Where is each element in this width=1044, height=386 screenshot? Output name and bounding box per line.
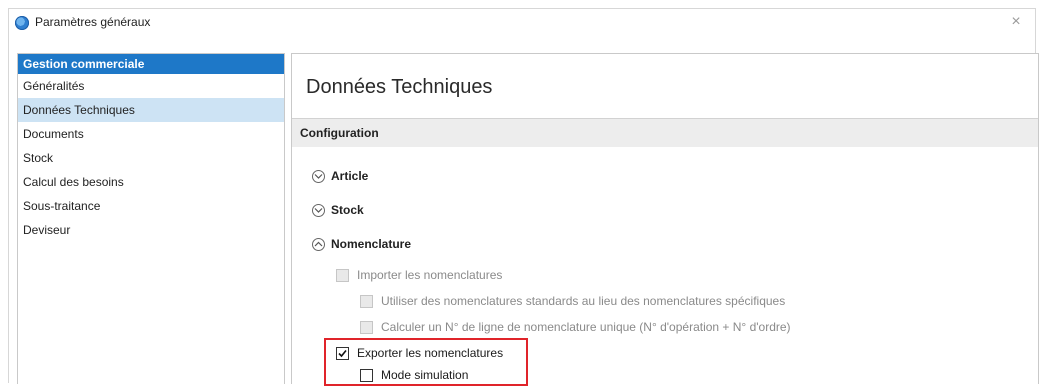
option-importer-nomenclatures[interactable]: Importer les nomenclatures — [336, 266, 502, 284]
checkbox-importer-nomenclatures[interactable] — [336, 268, 349, 282]
sidebar-item-deviseur[interactable]: Deviseur — [18, 218, 284, 242]
sidebar-item-calcul-des-besoins[interactable]: Calcul des besoins — [18, 170, 284, 194]
option-numero-ligne-unique[interactable]: Calculer un N° de ligne de nomenclature … — [360, 318, 791, 336]
sidebar-header[interactable]: Gestion commerciale — [18, 54, 284, 74]
section-header: Configuration — [292, 118, 1038, 147]
option-label: Mode simulation — [381, 368, 469, 382]
group-nomenclature-toggle[interactable]: Nomenclature — [312, 234, 411, 254]
checkbox-exporter-nomenclatures[interactable] — [336, 346, 349, 360]
page-title: Données Techniques — [306, 76, 493, 98]
section-label: Configuration — [300, 126, 379, 140]
checkmark-icon — [338, 349, 347, 357]
option-exporter-nomenclatures[interactable]: Exporter les nomenclatures — [336, 344, 503, 362]
app-globe-icon — [15, 16, 29, 30]
group-stock-toggle[interactable]: Stock — [312, 200, 364, 220]
group-article-toggle[interactable]: Article — [312, 166, 368, 186]
option-mode-simulation[interactable]: Mode simulation — [360, 366, 468, 384]
sidebar-item-sous-traitance[interactable]: Sous-traitance — [18, 194, 284, 218]
option-label: Importer les nomenclatures — [357, 268, 503, 282]
sidebar-item-generalites[interactable]: Généralités — [18, 74, 284, 98]
sidebar: Gestion commerciale Généralités Données … — [17, 53, 285, 384]
sidebar-item-stock[interactable]: Stock — [18, 146, 284, 170]
option-label: Exporter les nomenclatures — [357, 346, 504, 360]
settings-window: Paramètres généraux × Gestion commercial… — [8, 8, 1039, 386]
option-nomenclatures-standards[interactable]: Utiliser des nomenclatures standards au … — [360, 292, 785, 310]
settings-panel: Données Techniques Configuration Article… — [291, 53, 1039, 386]
checkbox-mode-simulation[interactable] — [360, 368, 373, 382]
group-label-stock: Stock — [331, 203, 364, 217]
option-label: Utiliser des nomenclatures standards au … — [381, 294, 786, 308]
checkbox-nomenclatures-standards[interactable] — [360, 294, 373, 308]
group-label-article: Article — [331, 169, 369, 183]
group-label-nomenclature: Nomenclature — [331, 237, 412, 251]
sidebar-item-donnees-techniques[interactable]: Données Techniques — [18, 98, 284, 122]
checkbox-numero-ligne-unique[interactable] — [360, 320, 373, 334]
close-button[interactable]: × — [1005, 12, 1027, 32]
chevron-down-icon — [312, 169, 325, 183]
sidebar-item-documents[interactable]: Documents — [18, 122, 284, 146]
window-title: Paramètres généraux — [35, 15, 151, 29]
chevron-up-icon — [312, 237, 325, 251]
title-bar: Paramètres généraux × — [9, 9, 1035, 37]
option-label: Calculer un N° de ligne de nomenclature … — [381, 320, 791, 334]
chevron-down-icon — [312, 203, 325, 217]
